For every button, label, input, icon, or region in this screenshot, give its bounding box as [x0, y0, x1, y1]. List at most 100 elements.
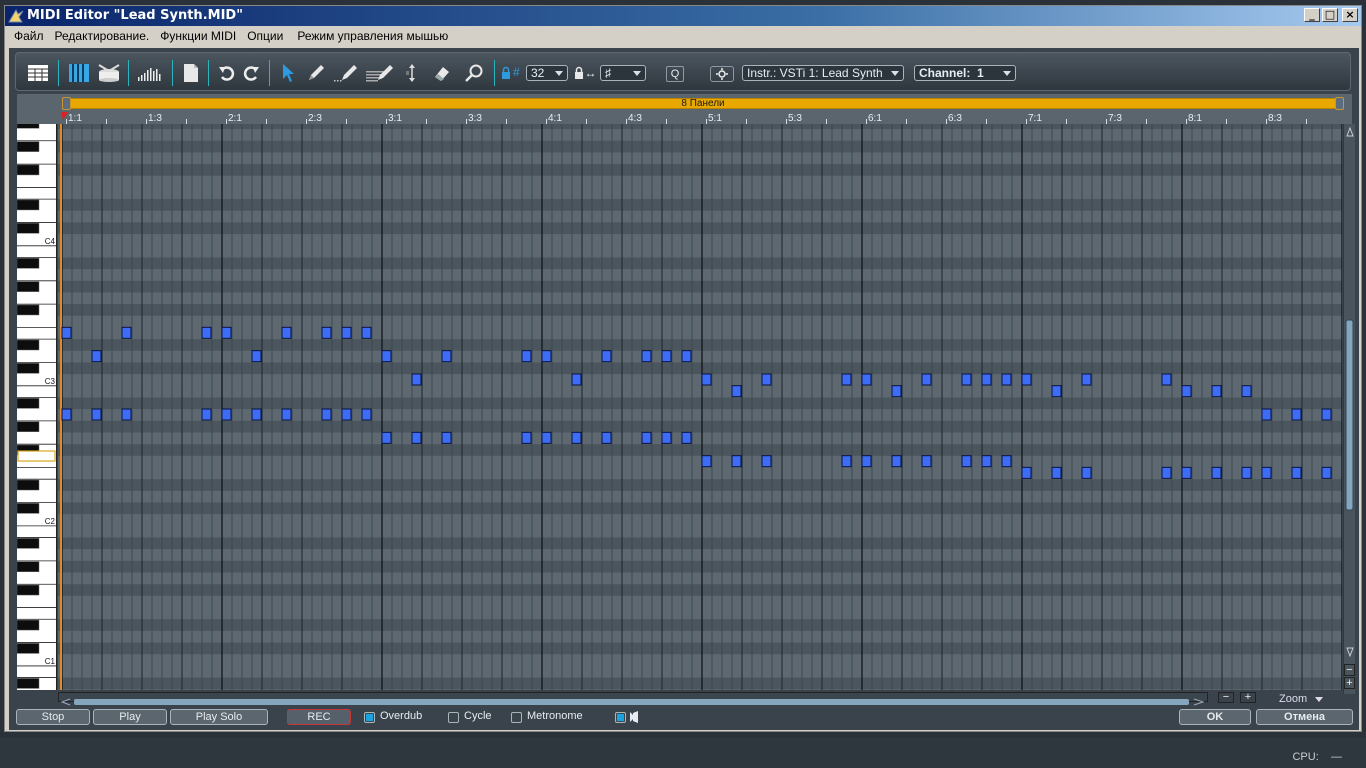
midi-note[interactable] [441, 350, 452, 363]
midi-note[interactable] [571, 431, 582, 444]
vertical-zoom-out-button[interactable]: − [1344, 664, 1355, 676]
midi-note[interactable] [221, 326, 232, 339]
midi-note[interactable] [411, 431, 422, 444]
midi-note[interactable] [281, 408, 292, 421]
midi-note[interactable] [1261, 466, 1272, 479]
piano-roll-icon[interactable] [66, 53, 92, 92]
midi-note[interactable] [1241, 466, 1252, 479]
midi-note[interactable] [91, 408, 102, 421]
timeline-ruler[interactable]: 8 Панели 1:1 1:3 2:1 2:3 3:1 3:3 4:1 4:3 5:1 5:3 6… [17, 94, 1352, 124]
redo-icon[interactable] [240, 53, 262, 92]
menu-file[interactable]: Файл [9, 27, 50, 46]
midi-note[interactable] [1241, 385, 1252, 398]
midi-note[interactable] [1291, 466, 1302, 479]
midi-note[interactable] [1321, 408, 1332, 421]
black-key[interactable] [17, 479, 40, 491]
black-key[interactable] [17, 199, 40, 211]
list-editor-icon[interactable] [26, 53, 50, 92]
black-key[interactable] [17, 258, 40, 269]
midi-note[interactable] [321, 326, 332, 339]
velocity-icon[interactable] [136, 53, 164, 92]
midi-note[interactable] [221, 408, 232, 421]
scroll-up-icon[interactable] [1346, 126, 1354, 137]
midi-note[interactable] [381, 350, 392, 363]
menu-options[interactable]: Опции [242, 27, 289, 46]
midi-note[interactable] [641, 431, 652, 444]
midi-note[interactable] [361, 326, 372, 339]
midi-note[interactable] [1181, 466, 1192, 479]
play-button[interactable]: Play [93, 709, 167, 725]
black-key[interactable] [17, 584, 40, 596]
new-document-icon[interactable] [180, 53, 202, 92]
midi-note[interactable] [841, 455, 852, 468]
ok-button[interactable]: OK [1179, 709, 1251, 725]
horizontal-zoom-in-button[interactable]: + [1240, 692, 1256, 703]
midi-note[interactable] [1211, 385, 1222, 398]
maximize-button[interactable]: □ [1322, 8, 1338, 22]
black-key[interactable] [17, 619, 40, 631]
midi-note[interactable] [891, 385, 902, 398]
midi-note[interactable] [1051, 466, 1062, 479]
midi-note[interactable] [601, 350, 612, 363]
black-key[interactable] [17, 141, 40, 152]
length-lock-icon[interactable]: ↔ [572, 53, 598, 92]
midi-note[interactable] [1261, 408, 1272, 421]
midi-note[interactable] [661, 431, 672, 444]
midi-note[interactable] [701, 455, 712, 468]
vertical-zoom-in-button[interactable]: + [1344, 677, 1355, 689]
black-key[interactable] [17, 281, 40, 292]
minimize-button[interactable]: _ [1304, 8, 1320, 22]
cancel-button[interactable]: Отмена [1256, 709, 1353, 725]
metronome-checkbox[interactable] [511, 712, 522, 723]
midi-note[interactable] [61, 326, 72, 339]
midi-note[interactable] [841, 373, 852, 386]
black-key[interactable] [17, 164, 40, 176]
midi-note[interactable] [381, 431, 392, 444]
midi-note[interactable] [661, 350, 672, 363]
midi-note[interactable] [281, 326, 292, 339]
midi-note[interactable] [1001, 455, 1012, 468]
midi-note[interactable] [251, 408, 262, 421]
midi-note[interactable] [921, 373, 932, 386]
quantize-lock-icon[interactable]: # [500, 53, 524, 92]
black-key[interactable] [17, 339, 40, 351]
black-key[interactable] [17, 643, 40, 654]
horizontal-scrollbar[interactable] [58, 692, 1208, 706]
menu-midi-functions[interactable]: Функции MIDI [155, 27, 242, 46]
midi-note[interactable] [61, 408, 72, 421]
midi-note[interactable] [1161, 373, 1172, 386]
midi-note[interactable] [441, 431, 452, 444]
midi-note[interactable] [541, 350, 552, 363]
midi-note[interactable] [411, 373, 422, 386]
midi-note[interactable] [251, 350, 262, 363]
midi-note[interactable] [201, 326, 212, 339]
undo-icon[interactable] [216, 53, 238, 92]
midi-note[interactable] [91, 350, 102, 363]
black-key[interactable] [17, 678, 40, 689]
note-grid[interactable] [58, 124, 1342, 690]
midi-note[interactable] [1321, 466, 1332, 479]
black-key[interactable] [17, 503, 40, 514]
midi-note[interactable] [731, 385, 742, 398]
region-start-handle[interactable] [62, 97, 71, 110]
drum-editor-icon[interactable] [96, 53, 122, 92]
midi-note[interactable] [1181, 385, 1192, 398]
zoom-icon[interactable] [462, 53, 486, 92]
midi-note[interactable] [891, 455, 902, 468]
close-button[interactable]: × [1342, 8, 1358, 22]
midi-note[interactable] [731, 455, 742, 468]
black-key[interactable] [17, 223, 40, 234]
midi-note[interactable] [1161, 466, 1172, 479]
split-icon[interactable] [400, 53, 424, 92]
black-key[interactable] [17, 304, 40, 316]
channel-dropdown[interactable]: Channel: 1 [914, 65, 1016, 81]
midi-note[interactable] [681, 350, 692, 363]
title-bar[interactable]: MIDI Editor "Lead Synth.MID" _ □ × [5, 6, 1361, 26]
midi-note[interactable] [1051, 385, 1062, 398]
vertical-scroll-thumb[interactable] [1345, 319, 1354, 511]
stop-button[interactable]: Stop [16, 709, 90, 725]
quantize-button[interactable]: Q [666, 66, 684, 82]
midi-note[interactable] [601, 431, 612, 444]
midi-note[interactable] [361, 408, 372, 421]
midi-note[interactable] [1081, 373, 1092, 386]
